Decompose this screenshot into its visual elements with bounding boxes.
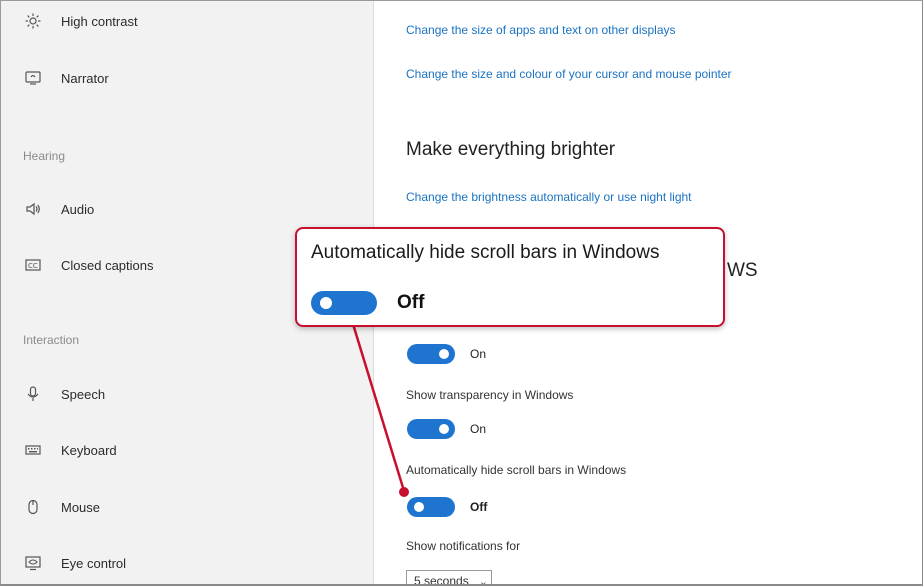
sidebar-item-label: High contrast: [61, 14, 138, 29]
callout-toggle: [311, 291, 377, 315]
toggle-knob: [439, 349, 449, 359]
sidebar-item-audio[interactable]: Audio: [23, 196, 94, 222]
toggle-knob: [320, 297, 332, 309]
select-value: 5 seconds: [414, 574, 469, 586]
sidebar-item-label: Closed captions: [61, 258, 154, 273]
keyboard-icon: [23, 440, 43, 460]
sidebar-item-narrator[interactable]: Narrator: [23, 65, 109, 91]
toggle-knob: [414, 502, 424, 512]
sidebar-item-mouse[interactable]: Mouse: [23, 494, 100, 520]
sidebar-item-high-contrast[interactable]: High contrast: [23, 8, 138, 34]
svg-text:CC: CC: [28, 262, 38, 270]
transparency-toggle[interactable]: [407, 419, 455, 439]
link-brightness[interactable]: Change the brightness automatically or u…: [406, 190, 692, 204]
sidebar-item-label: Eye control: [61, 556, 126, 571]
toggle-knob: [439, 424, 449, 434]
sidebar-item-keyboard[interactable]: Keyboard: [23, 437, 117, 463]
callout-title: Automatically hide scroll bars in Window…: [311, 242, 659, 264]
sun-icon: [23, 11, 43, 31]
screenshot-frame: High contrast Narrator Hearing Audio CC …: [0, 0, 923, 586]
notifications-duration-select[interactable]: 5 seconds ⌄: [406, 570, 492, 586]
sidebar-item-label: Mouse: [61, 500, 100, 515]
microphone-icon: [23, 384, 43, 404]
sidebar-item-label: Narrator: [61, 71, 109, 86]
narrator-icon: [23, 68, 43, 88]
sidebar-item-speech[interactable]: Speech: [23, 381, 105, 407]
animations-toggle[interactable]: [407, 344, 455, 364]
heading-make-everything-brighter: Make everything brighter: [406, 139, 615, 161]
scrollbars-label: Automatically hide scroll bars in Window…: [406, 463, 626, 477]
transparency-label: Show transparency in Windows: [406, 388, 573, 402]
sidebar-item-label: Speech: [61, 387, 105, 402]
toggle-state-label: Off: [470, 500, 487, 514]
speaker-icon: [23, 199, 43, 219]
chevron-down-icon: ⌄: [479, 575, 488, 586]
sidebar-item-eye-control[interactable]: Eye control: [23, 550, 126, 576]
sidebar-item-label: Keyboard: [61, 443, 117, 458]
link-other-displays[interactable]: Change the size of apps and text on othe…: [406, 23, 676, 37]
sidebar-item-closed-captions[interactable]: CC Closed captions: [23, 252, 154, 278]
sidebar-item-label: Audio: [61, 202, 94, 217]
mouse-icon: [23, 497, 43, 517]
notifications-label: Show notifications for: [406, 539, 520, 553]
toggle-state-label: On: [470, 347, 486, 361]
link-cursor-size[interactable]: Change the size and colour of your curso…: [406, 67, 732, 81]
toggle-state-label: On: [470, 422, 486, 436]
scrollbars-toggle[interactable]: [407, 497, 455, 517]
section-heading-interaction: Interaction: [23, 333, 79, 347]
zoom-callout: Automatically hide scroll bars in Window…: [295, 227, 725, 327]
captions-icon: CC: [23, 255, 43, 275]
eye-control-icon: [23, 553, 43, 573]
partially-hidden-heading: WS: [727, 260, 758, 282]
callout-toggle-state: Off: [397, 292, 424, 314]
section-heading-hearing: Hearing: [23, 149, 65, 163]
